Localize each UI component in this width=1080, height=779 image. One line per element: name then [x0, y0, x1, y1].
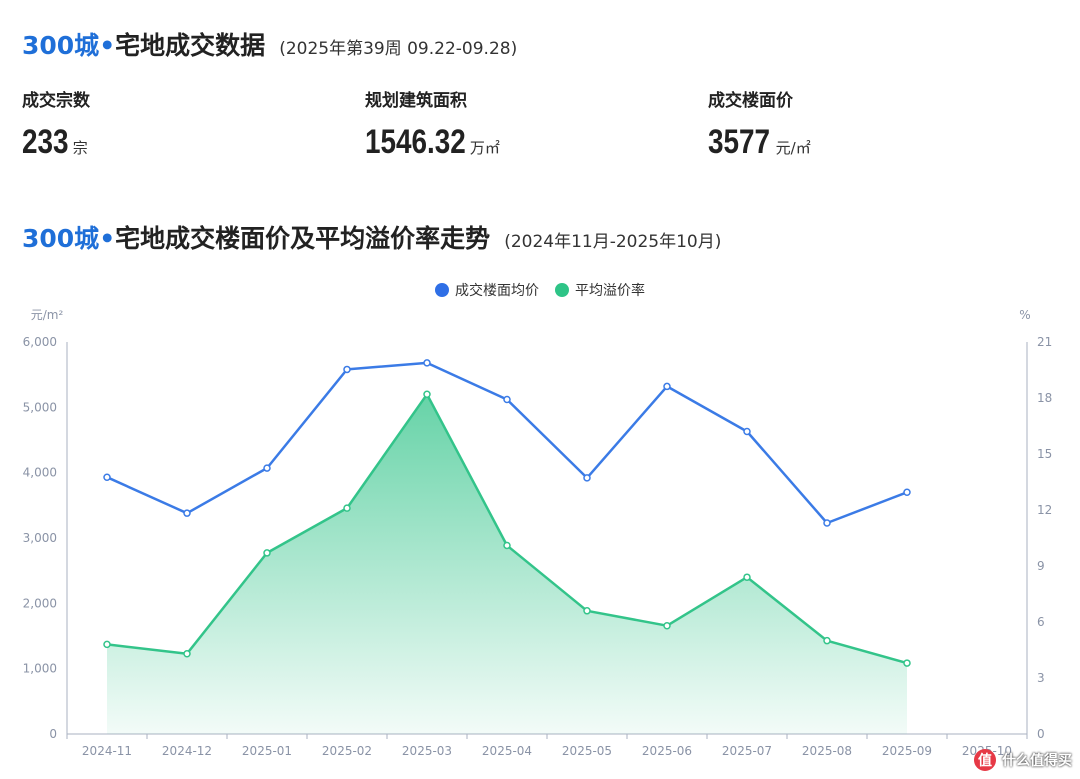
- rate-point: [343, 504, 351, 512]
- y-left-tick-label: 5,000: [23, 400, 57, 414]
- watermark-logo-icon: 值: [974, 749, 996, 771]
- y-left-tick-label: 3,000: [23, 531, 57, 545]
- x-tick-label: 2025-09: [882, 744, 932, 758]
- y-right-tick-label: 12: [1037, 503, 1052, 517]
- y-left-tick-label: 1,000: [23, 662, 57, 676]
- y-right-tick-label: 6: [1037, 615, 1045, 629]
- x-tick-label: 2024-11: [82, 744, 132, 758]
- y-right-tick-label: 15: [1037, 447, 1052, 461]
- price-point: [503, 395, 511, 404]
- y-left-tick-label: 0: [49, 727, 57, 741]
- price-point: [423, 359, 431, 367]
- x-tick-label: 2025-02: [322, 744, 372, 758]
- rate-point: [423, 390, 431, 399]
- x-tick-label: 2025-01: [242, 744, 292, 758]
- y-right-tick-label: 9: [1037, 559, 1045, 573]
- rate-point: [903, 659, 911, 667]
- price-point: [583, 474, 591, 482]
- x-tick-label: 2024-12: [162, 744, 212, 758]
- price-series-line: [106, 361, 908, 525]
- x-tick-label: 2025-05: [562, 744, 612, 758]
- rate-point: [263, 549, 271, 557]
- price-point: [343, 365, 351, 374]
- price-point: [903, 488, 911, 497]
- x-tick-label: 2025-04: [482, 744, 532, 758]
- rate-point: [823, 636, 831, 645]
- rate-point: [103, 640, 111, 649]
- x-tick-label: 2025-08: [802, 744, 852, 758]
- price-point: [823, 519, 831, 527]
- y-right-tick-label: 21: [1037, 335, 1052, 349]
- x-tick-label: 2025-07: [722, 744, 772, 758]
- rate-point: [663, 621, 671, 630]
- rate-area: [107, 394, 907, 734]
- rate-point: [183, 649, 191, 658]
- watermark-text: 什么值得买: [1002, 753, 1072, 769]
- x-tick-label: 2025-03: [402, 744, 452, 758]
- rate-point: [583, 607, 591, 615]
- y-left-tick-label: 6,000: [23, 335, 57, 349]
- rate-point: [503, 541, 511, 550]
- price-point: [663, 382, 671, 391]
- y-right-tick-label: 3: [1037, 671, 1045, 685]
- watermark: 值 什么值得买: [974, 749, 1072, 771]
- y-right-unit-label: %: [1019, 308, 1030, 322]
- y-right-tick-label: 18: [1037, 391, 1052, 405]
- y-left-tick-label: 4,000: [23, 466, 57, 480]
- price-point: [743, 427, 751, 436]
- y-right-tick-label: 0: [1037, 727, 1045, 741]
- price-point: [263, 464, 271, 472]
- line-chart: 0 1,000 2,000 3,000 4,000 5,000 6,000 0 3 6 9 12 15 1…: [23, 308, 1053, 758]
- y-left-tick-label: 2,000: [23, 596, 57, 610]
- x-tick-label: 2025-06: [642, 744, 692, 758]
- price-point: [103, 473, 111, 481]
- y-left-unit-label: 元/m²: [31, 308, 64, 322]
- rate-point: [743, 573, 751, 581]
- price-point: [183, 509, 191, 517]
